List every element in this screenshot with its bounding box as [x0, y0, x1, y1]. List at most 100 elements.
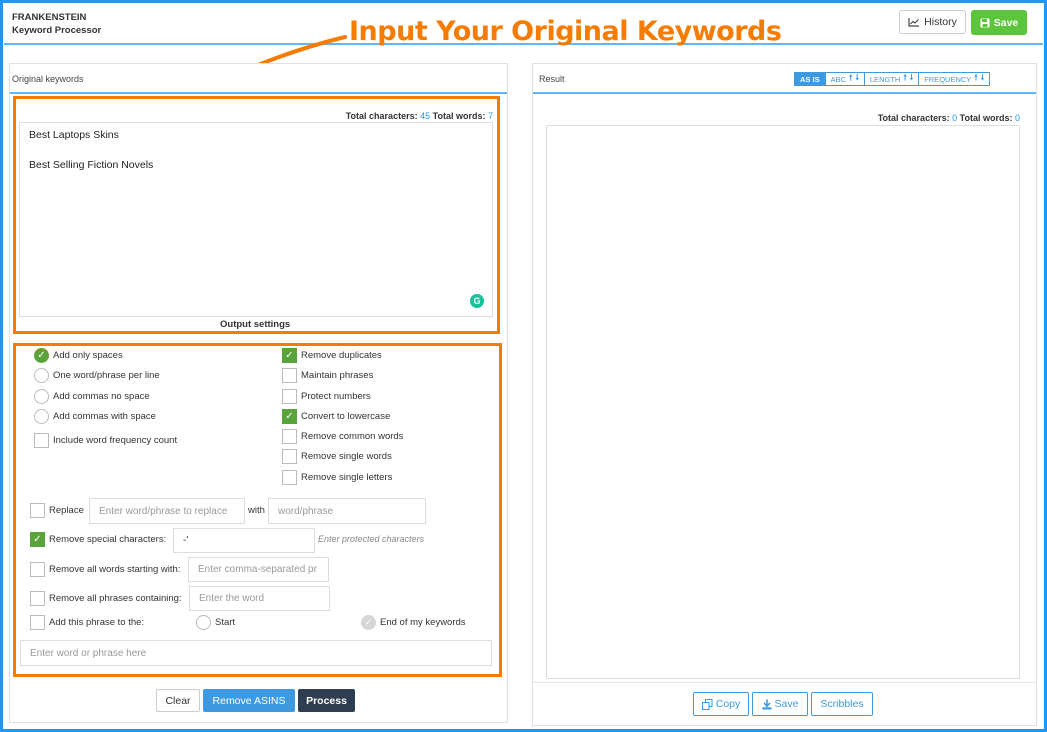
annotation-text: Input Your Original Keywords — [349, 16, 782, 47]
option-replace[interactable]: Replace — [30, 503, 84, 518]
checkbox-icon — [30, 615, 45, 630]
option-label: Add commas with space — [53, 411, 156, 422]
save-button[interactable]: Save — [971, 10, 1027, 35]
arrow-up-icon[interactable]: 🠕 — [974, 72, 977, 86]
app-subtitle: Keyword Processor — [12, 25, 102, 36]
option-commas-with-space[interactable]: Add commas with space — [34, 409, 156, 424]
output-settings-label: Output settings — [220, 319, 291, 330]
chars-count: 0 — [952, 113, 958, 123]
scribbles-button[interactable]: Scribbles — [811, 692, 873, 716]
option-label: One word/phrase per line — [53, 370, 160, 381]
phrases-containing-input[interactable]: Enter the word — [189, 586, 330, 611]
special-chars-hint: Enter protected characters — [318, 534, 425, 544]
left-counts: Total characters: 45 Total words: 7 — [346, 111, 493, 121]
radio-checked-icon: ✓ — [34, 348, 49, 363]
arrow-down-icon[interactable]: 🠗 — [855, 72, 858, 86]
sort-label: ABC — [830, 74, 847, 84]
copy-icon — [701, 698, 713, 710]
option-remove-common-words[interactable]: Remove common words — [282, 429, 403, 444]
option-label: Protect numbers — [301, 391, 371, 402]
arrow-up-icon[interactable]: 🠕 — [903, 72, 906, 86]
download-icon — [762, 699, 772, 709]
radio-icon — [34, 409, 49, 424]
result-textarea[interactable] — [546, 125, 1020, 679]
option-remove-special-chars[interactable]: ✓ Remove special characters: — [30, 532, 166, 547]
option-label: Start — [215, 617, 236, 628]
result-save-button[interactable]: Save — [752, 692, 808, 716]
arrow-up-icon[interactable]: 🠕 — [849, 72, 852, 86]
option-convert-lowercase[interactable]: ✓ Convert to lowercase — [282, 409, 390, 424]
checkbox-checked-icon: ✓ — [282, 409, 297, 424]
app-name: FRANKENSTEIN — [12, 12, 87, 23]
checkbox-icon — [282, 449, 297, 464]
option-word-frequency[interactable]: Include word frequency count — [34, 433, 177, 448]
option-maintain-phrases[interactable]: Maintain phrases — [282, 368, 373, 383]
history-button[interactable]: History — [899, 10, 966, 34]
option-label: Remove all phrases containing: — [49, 593, 182, 604]
process-button[interactable]: Process — [298, 689, 355, 712]
chars-label: Total characters: — [877, 113, 950, 123]
option-starting-with[interactable]: Remove all words starting with: — [30, 562, 180, 577]
option-label: Replace — [49, 505, 84, 516]
option-label: Maintain phrases — [301, 370, 374, 381]
floppy-icon — [980, 18, 990, 27]
radio-icon — [34, 368, 49, 383]
remove-asins-button[interactable]: Remove ASINS — [203, 689, 295, 712]
replace-with-input[interactable]: word/phrase — [268, 498, 426, 524]
save-label: Save — [774, 698, 799, 710]
keywords-textarea[interactable]: Best Laptops Skins Best Selling Fiction … — [19, 122, 493, 317]
words-count: 0 — [1014, 113, 1020, 123]
option-phrases-containing[interactable]: Remove all phrases containing: — [30, 591, 182, 606]
option-one-per-line[interactable]: One word/phrase per line — [34, 368, 160, 383]
option-label: Add commas no space — [53, 391, 150, 402]
checkbox-icon — [282, 389, 297, 404]
checkbox-icon — [30, 562, 45, 577]
panel-title: Result — [539, 74, 565, 84]
option-label: Remove special characters: — [49, 534, 167, 545]
sort-frequency-button[interactable]: FREQUENCY 🠕 🠗 — [918, 72, 991, 86]
sort-abc-button[interactable]: ABC 🠕 🠗 — [824, 72, 865, 86]
option-label: Remove single words — [301, 451, 392, 462]
option-remove-single-letters[interactable]: Remove single letters — [282, 470, 392, 485]
option-label: Remove all words starting with: — [49, 564, 181, 575]
checkbox-icon — [30, 591, 45, 606]
line-chart-icon — [908, 18, 920, 27]
copy-button[interactable]: Copy — [693, 692, 749, 716]
result-divider — [533, 682, 1036, 683]
checkbox-icon — [282, 368, 297, 383]
option-start[interactable]: Start — [196, 615, 235, 630]
with-label: with — [248, 505, 265, 516]
special-chars-input[interactable]: -' — [173, 528, 315, 553]
checkbox-checked-icon: ✓ — [30, 532, 45, 547]
sort-label: FREQUENCY — [924, 74, 972, 84]
chars-count: 45 — [420, 111, 431, 121]
chars-label: Total characters: — [345, 111, 418, 121]
option-add-only-spaces[interactable]: ✓ Add only spaces — [34, 348, 123, 363]
option-remove-single-words[interactable]: Remove single words — [282, 449, 392, 464]
words-count: 7 — [487, 111, 493, 121]
grammarly-icon[interactable]: G — [470, 294, 484, 308]
option-remove-duplicates[interactable]: ✓ Remove duplicates — [282, 348, 382, 363]
panel-title: Original keywords — [12, 74, 84, 84]
arrow-down-icon[interactable]: 🠗 — [981, 72, 984, 86]
add-phrase-input[interactable]: Enter word or phrase here — [20, 640, 492, 666]
starting-with-input[interactable]: Enter comma-separated pr — [188, 557, 329, 582]
replace-find-input[interactable]: Enter word/phrase to replace — [89, 498, 245, 524]
option-protect-numbers[interactable]: Protect numbers — [282, 389, 371, 404]
option-end[interactable]: ✓ End of my keywords — [361, 615, 466, 630]
option-label: Remove single letters — [301, 472, 393, 483]
save-label: Save — [993, 16, 1019, 29]
copy-label: Copy — [715, 698, 741, 710]
panel-divider — [10, 92, 507, 94]
arrow-down-icon[interactable]: 🠗 — [910, 72, 913, 86]
sort-as-is-button[interactable]: AS IS — [794, 72, 826, 86]
option-commas-no-space[interactable]: Add commas no space — [34, 389, 150, 404]
sort-length-button[interactable]: LENGTH 🠕 🠗 — [863, 72, 920, 86]
clear-button[interactable]: Clear — [156, 689, 200, 712]
checkbox-icon — [34, 433, 49, 448]
radio-icon — [196, 615, 211, 630]
option-add-phrase[interactable]: Add this phrase to the: — [30, 615, 144, 630]
option-label: Include word frequency count — [53, 435, 178, 446]
checkbox-icon — [282, 429, 297, 444]
panel-divider — [533, 92, 1036, 94]
